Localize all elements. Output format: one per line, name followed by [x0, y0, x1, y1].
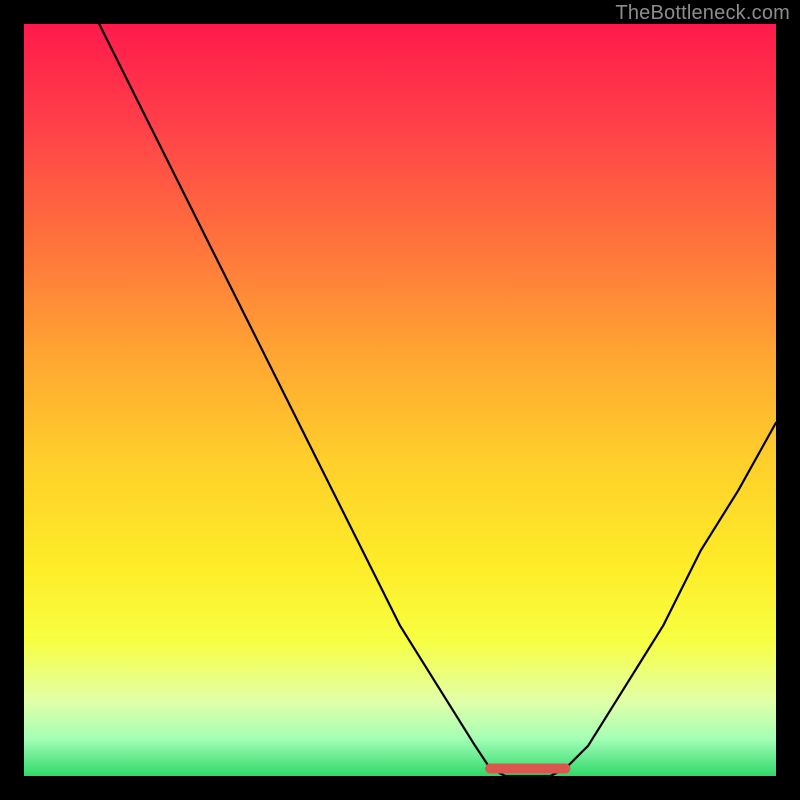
attribution-text: TheBottleneck.com	[615, 2, 790, 25]
bottleneck-curve	[24, 24, 776, 776]
